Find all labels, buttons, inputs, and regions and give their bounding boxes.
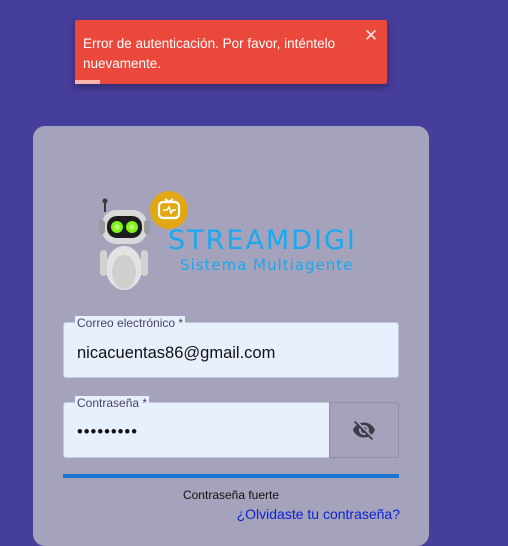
password-label: Contraseña *	[75, 396, 150, 410]
toast-progress-fill	[75, 80, 100, 84]
password-strength-label: Contraseña fuerte	[182, 488, 280, 502]
password-field[interactable]: •••••••••	[63, 402, 330, 458]
toast-message: Error de autenticación. Por favor, intén…	[83, 36, 336, 71]
email-field[interactable]: nicacuentas86@gmail.com	[63, 322, 399, 378]
toast-progress	[75, 80, 387, 84]
email-value[interactable]: nicacuentas86@gmail.com	[77, 343, 275, 363]
toggle-password-visibility-button[interactable]	[329, 402, 399, 458]
password-strength-bar	[63, 474, 399, 478]
close-icon[interactable]: ✕	[363, 26, 379, 46]
brand-title: STREAMDIGI	[168, 225, 357, 256]
error-toast: Error de autenticación. Por favor, intén…	[75, 20, 387, 84]
email-label: Correo electrónico *	[75, 316, 186, 330]
password-value[interactable]: •••••••••	[77, 422, 138, 442]
forgot-password-link[interactable]: ¿Olvidaste tu contraseña?	[220, 506, 400, 522]
eye-off-icon	[353, 421, 375, 440]
brand: STREAMDIGI Sistema Multiagente	[168, 225, 382, 275]
brand-subtitle: Sistema Multiagente	[180, 256, 354, 274]
